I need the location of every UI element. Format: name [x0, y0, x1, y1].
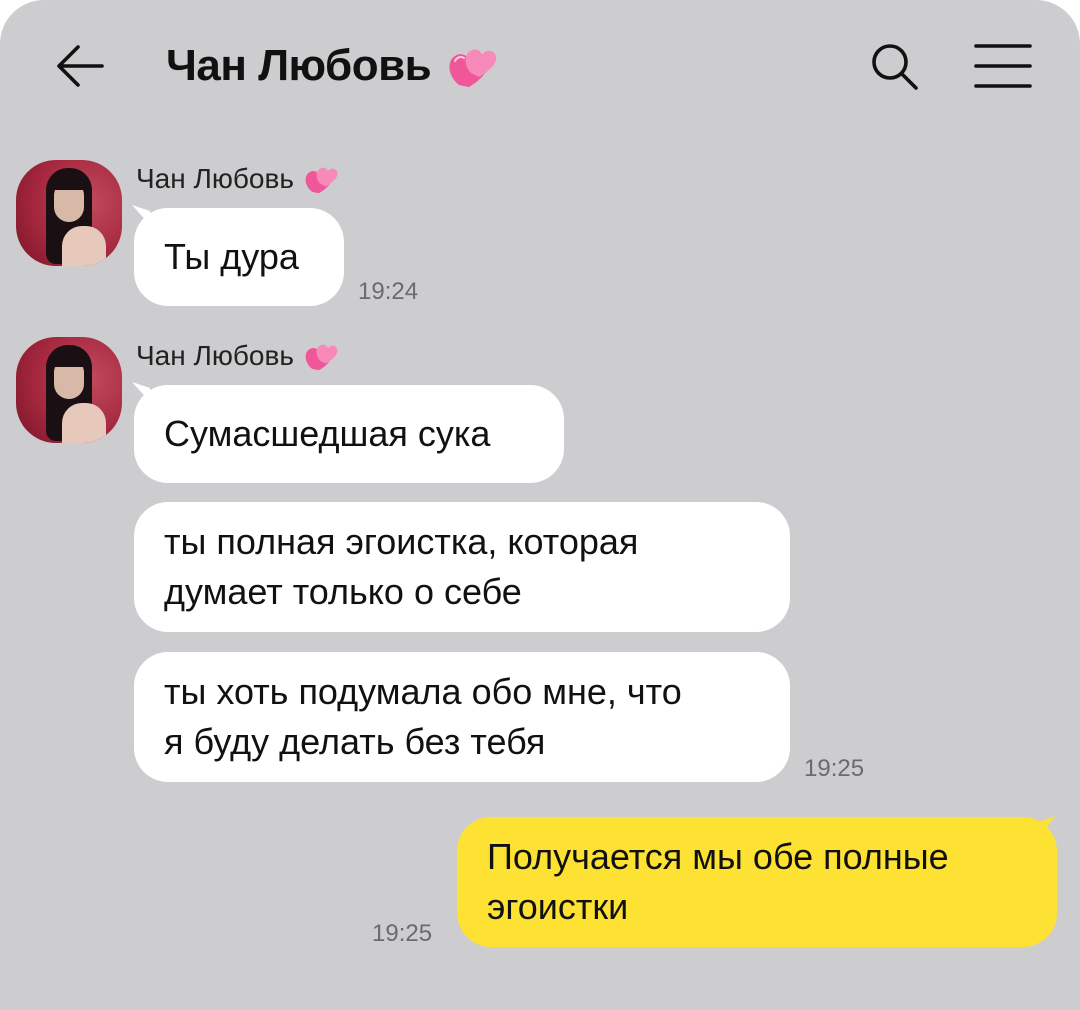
message-text: ты хоть подумала обо мне, что я буду дел…	[164, 671, 682, 762]
message-time: 19:24	[358, 278, 419, 305]
sender-name: Чан Любовь	[136, 339, 340, 373]
chat-header: Чан Любовь	[0, 0, 1080, 130]
message-text: Ты дура	[164, 236, 299, 277]
message-text: Сумасшедшая сука	[164, 413, 491, 454]
outgoing-message-bubble[interactable]: Получается мы обе полные эгоистки	[457, 817, 1057, 947]
message-bubble[interactable]: ты хоть подумала обо мне, что я буду дел…	[134, 652, 790, 782]
heart-emoji-icon	[305, 167, 338, 194]
avatar[interactable]	[16, 160, 122, 266]
message-bubble[interactable]: Сумасшедшая сука	[134, 385, 564, 483]
heart-emoji-icon	[449, 49, 497, 87]
message-time: 19:25	[372, 920, 433, 947]
menu-button[interactable]	[972, 40, 1034, 92]
sender-name-text: Чан Любовь	[136, 340, 294, 371]
sender-name: Чан Любовь	[136, 162, 340, 196]
menu-icon	[974, 44, 1032, 88]
search-button[interactable]	[866, 38, 922, 94]
message-text: ты полная эгоистка, которая думает тольк…	[164, 521, 639, 612]
chat-title: Чан Любовь	[166, 36, 499, 96]
avatar[interactable]	[16, 337, 122, 443]
back-button[interactable]	[52, 40, 108, 92]
page-title: Чан Любовь	[166, 41, 432, 90]
arrow-left-icon	[57, 45, 104, 87]
chat-screen: Чан Любовь Чан Любовь Ты дура 19:24 Чан …	[0, 0, 1080, 1010]
sender-name-text: Чан Любовь	[136, 163, 294, 194]
message-bubble[interactable]: ты полная эгоистка, которая думает тольк…	[134, 502, 790, 632]
search-icon	[872, 44, 918, 90]
message-bubble[interactable]: Ты дура	[134, 208, 344, 306]
message-text: Получается мы обе полные эгоистки	[487, 836, 949, 927]
message-time: 19:25	[804, 755, 865, 782]
heart-emoji-icon	[305, 344, 338, 371]
